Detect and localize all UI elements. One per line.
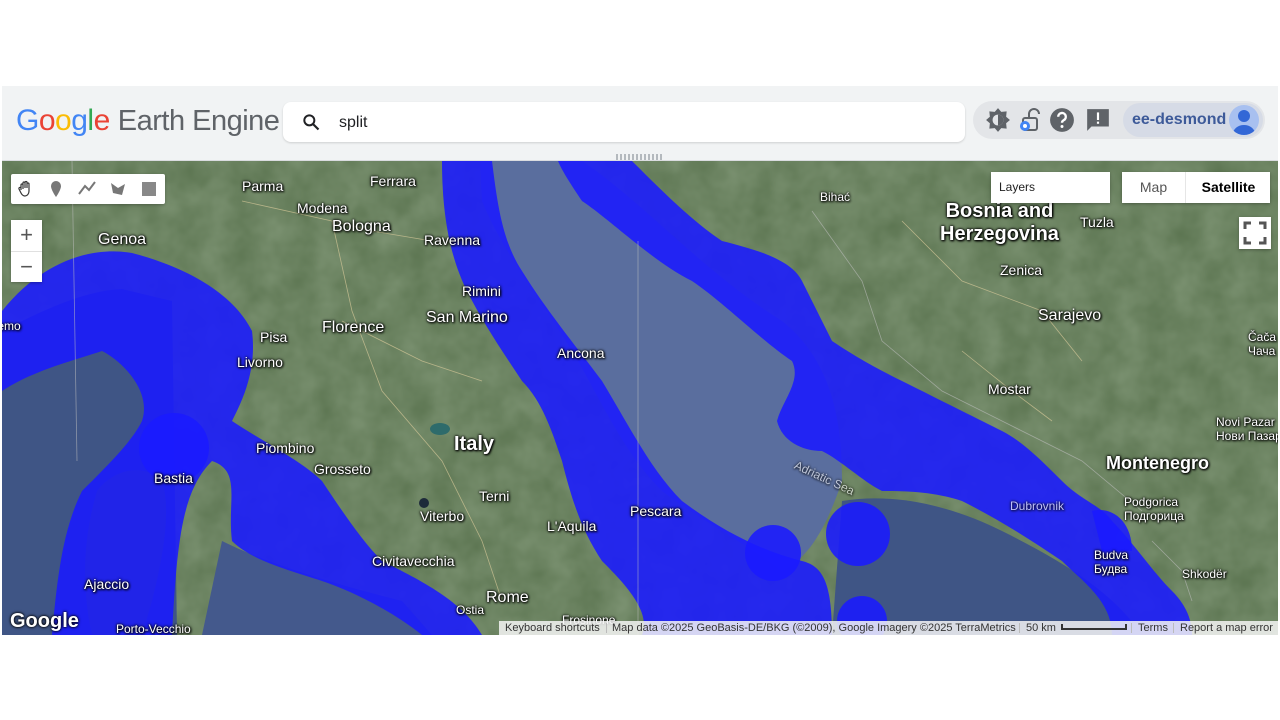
place-label-ajaccio: Ajaccio bbox=[84, 576, 130, 592]
place-label-terni: Terni bbox=[479, 488, 510, 504]
layers-button[interactable]: Layers bbox=[991, 172, 1110, 203]
divider bbox=[606, 623, 607, 633]
divider bbox=[1173, 623, 1174, 633]
place-label-ostia: Ostia bbox=[456, 603, 485, 617]
place-label-mostar: Mostar bbox=[988, 381, 1031, 397]
logo-letter: e bbox=[93, 104, 111, 137]
place-label-sarajevo: Sarajevo bbox=[1038, 307, 1102, 324]
earth-engine-logo[interactable]: Google Earth Engine bbox=[16, 104, 280, 138]
search-box[interactable] bbox=[283, 102, 965, 142]
place-label-dubrovnik: Dubrovnik bbox=[1010, 499, 1065, 513]
pan-hand-icon[interactable] bbox=[16, 179, 36, 199]
app-frame: GoogleEarth Engine ee-desmond bbox=[2, 86, 1278, 635]
feedback-icon[interactable] bbox=[1085, 107, 1111, 133]
top-bar: GoogleEarth Engine ee-desmond bbox=[2, 86, 1278, 161]
search-input[interactable] bbox=[337, 110, 941, 136]
divider bbox=[1131, 623, 1132, 633]
map-type-satellite[interactable]: Satellite bbox=[1185, 172, 1271, 203]
map-attribution-bar: Keyboard shortcuts Map data ©2025 GeoBas… bbox=[499, 621, 1278, 635]
logo-letter: o bbox=[55, 104, 72, 137]
place-label-shkoder: Shkodër bbox=[1182, 567, 1227, 581]
rectangle-icon[interactable] bbox=[139, 179, 159, 199]
map-type-map[interactable]: Map bbox=[1122, 172, 1185, 203]
place-label-modena: Modena bbox=[297, 200, 348, 216]
brightness-icon[interactable] bbox=[985, 107, 1011, 133]
header-actions: ee-desmond bbox=[973, 101, 1265, 139]
zoom-control: + − bbox=[11, 220, 42, 282]
map-type-control: Map Satellite bbox=[1122, 172, 1270, 203]
place-label-budva: Budva Будва bbox=[1094, 548, 1129, 576]
place-label-novi-pazar: Novi Pazar Нови Пазар bbox=[1216, 415, 1278, 443]
divider bbox=[1019, 623, 1020, 633]
place-label-sanremo: Sanremo bbox=[2, 319, 21, 333]
place-label-bastia: Bastia bbox=[154, 470, 193, 486]
place-label-san-marino: San Marino bbox=[426, 309, 508, 326]
fullscreen-icon bbox=[1243, 221, 1267, 245]
country-label-bosnia: Bosnia and Herzegovina bbox=[940, 200, 1059, 245]
place-label-florence: Florence bbox=[322, 319, 385, 336]
place-label-pescara: Pescara bbox=[630, 503, 682, 519]
place-label-genoa: Genoa bbox=[98, 231, 147, 248]
place-label-parma: Parma bbox=[242, 178, 284, 194]
place-label-podgorica: Podgorica Подгорица bbox=[1124, 495, 1184, 523]
place-label-ferrara: Ferrara bbox=[370, 173, 416, 189]
satellite-imagery bbox=[2, 161, 1278, 635]
line-icon[interactable] bbox=[77, 179, 97, 199]
resize-handle[interactable] bbox=[616, 154, 664, 160]
place-label-rimini: Rimini bbox=[462, 283, 501, 299]
product-name: Earth Engine bbox=[117, 105, 280, 137]
place-label-cacak: Čača Чача bbox=[1248, 330, 1277, 358]
country-label-italy: Italy bbox=[454, 433, 495, 455]
logo-letter: o bbox=[38, 104, 56, 137]
search-icon[interactable] bbox=[301, 112, 321, 132]
google-logo: Google bbox=[10, 610, 79, 632]
map-data-attribution: Map data ©2025 GeoBasis-DE/BKG (©2009), … bbox=[612, 622, 1016, 634]
place-label-bihac: Bihać bbox=[820, 190, 851, 204]
place-label-livorno: Livorno bbox=[237, 354, 283, 370]
zoom-in-button[interactable]: + bbox=[11, 220, 42, 251]
place-label-pisa: Pisa bbox=[260, 329, 288, 345]
place-label-ancona: Ancona bbox=[557, 345, 605, 361]
avatar[interactable] bbox=[1229, 105, 1259, 135]
place-label-laquila: L'Aquila bbox=[547, 518, 597, 534]
unlock-icon[interactable] bbox=[1015, 107, 1041, 133]
scale-bar bbox=[1061, 624, 1127, 630]
username: ee-desmond bbox=[1132, 111, 1227, 128]
place-label-civitavecchia: Civitavecchia bbox=[372, 553, 455, 569]
fullscreen-button[interactable] bbox=[1239, 217, 1271, 249]
polygon-icon[interactable] bbox=[108, 179, 128, 199]
help-icon[interactable] bbox=[1049, 107, 1075, 133]
place-label-piombino: Piombino bbox=[256, 440, 315, 456]
logo-letter: G bbox=[16, 104, 39, 137]
place-label-viterbo: Viterbo bbox=[420, 508, 465, 524]
avatar-icon bbox=[1233, 110, 1255, 135]
zoom-out-button[interactable]: − bbox=[11, 251, 42, 283]
place-label-grosseto: Grosseto bbox=[314, 461, 371, 477]
place-label-porto-vecchio: Porto-Vecchio bbox=[116, 622, 191, 635]
account-chip[interactable]: ee-desmond bbox=[1123, 103, 1263, 137]
country-label-montenegro: Montenegro bbox=[1106, 453, 1209, 473]
logo-letter: g bbox=[71, 104, 88, 137]
terms-link[interactable]: Terms bbox=[1138, 621, 1168, 635]
place-label-ravenna: Ravenna bbox=[424, 232, 481, 248]
scale-label[interactable]: 50 km bbox=[1026, 621, 1056, 635]
place-label-zenica: Zenica bbox=[1000, 262, 1043, 278]
place-label-tuzla: Tuzla bbox=[1080, 214, 1114, 230]
keyboard-shortcuts-link[interactable]: Keyboard shortcuts bbox=[505, 621, 600, 635]
map-canvas[interactable]: Parma Ferrara Modena Bologna Ravenna Gen… bbox=[2, 161, 1278, 635]
place-label-rome: Rome bbox=[486, 589, 529, 606]
marker-icon[interactable] bbox=[46, 179, 66, 199]
report-map-error-link[interactable]: Report a map error bbox=[1180, 621, 1273, 635]
place-label-bologna: Bologna bbox=[332, 218, 391, 235]
drawing-toolbar bbox=[11, 174, 165, 204]
